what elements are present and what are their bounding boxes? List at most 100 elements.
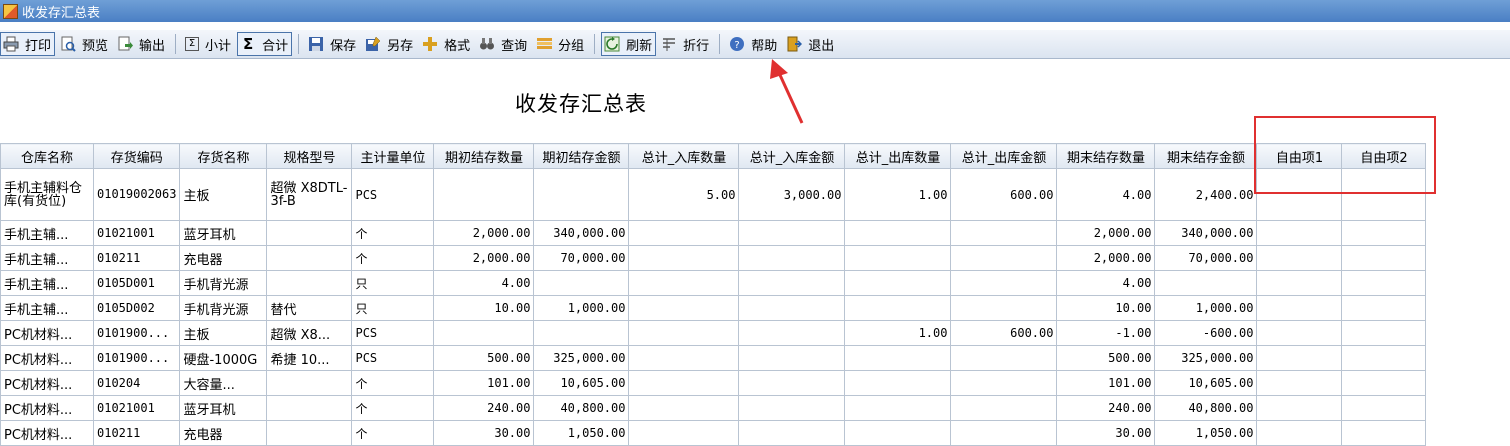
table-cell[interactable] (738, 420, 846, 446)
table-cell[interactable] (1256, 295, 1343, 321)
table-cell[interactable] (1341, 395, 1427, 421)
table-cell[interactable]: 600.00 (950, 168, 1058, 221)
total-button[interactable]: Σ 合计 (237, 32, 293, 56)
table-cell[interactable] (950, 395, 1058, 421)
table-cell[interactable]: 0101900... (92, 320, 181, 346)
table-cell[interactable]: 600.00 (950, 320, 1058, 346)
table-cell[interactable] (738, 395, 846, 421)
table-cell[interactable] (266, 420, 353, 446)
table-row[interactable]: PC机材料... 010211 充电器个 30.00 1,050.00 30.00 1,05… (0, 420, 1427, 446)
table-cell[interactable]: 手机主辅... (0, 220, 94, 246)
table-cell[interactable]: 010204 (92, 370, 181, 396)
column-header[interactable]: 总计_入库数量 (628, 143, 740, 169)
table-cell[interactable] (1256, 270, 1343, 296)
table-cell[interactable]: 主板 (179, 320, 268, 346)
table-cell[interactable] (628, 220, 740, 246)
table-cell[interactable] (738, 270, 846, 296)
table-cell[interactable]: 40,800.00 (533, 395, 630, 421)
table-cell[interactable] (950, 245, 1058, 271)
table-cell[interactable]: 30.00 (1056, 420, 1156, 446)
table-cell[interactable] (1256, 420, 1343, 446)
table-cell[interactable] (844, 270, 952, 296)
table-cell[interactable]: 1,000.00 (533, 295, 630, 321)
table-cell[interactable] (266, 245, 353, 271)
table-row[interactable]: 手机主辅... 0105D002 手机背光源 替代只 10.00 1,000.00 10.0… (0, 295, 1427, 321)
table-cell[interactable]: 340,000.00 (1154, 220, 1258, 246)
table-cell[interactable]: 手机背光源 (179, 295, 268, 321)
table-cell[interactable] (1256, 395, 1343, 421)
table-cell[interactable]: 2,000.00 (1056, 220, 1156, 246)
refresh-button[interactable]: 刷新 (601, 32, 657, 56)
table-cell[interactable]: 240.00 (433, 395, 535, 421)
table-cell[interactable] (738, 345, 846, 371)
table-cell[interactable]: -600.00 (1154, 320, 1258, 346)
column-header[interactable]: 存货名称 (179, 143, 268, 169)
table-row[interactable]: 手机主辅... 010211 充电器个 2,000.00 70,000.00 2,000.… (0, 245, 1427, 271)
table-cell[interactable] (628, 295, 740, 321)
table-cell[interactable] (844, 395, 952, 421)
table-cell[interactable]: 10,605.00 (533, 370, 630, 396)
format-button[interactable]: 格式 (419, 32, 474, 56)
table-cell[interactable]: 手机主辅料仓库(有货位) (0, 168, 94, 221)
table-cell[interactable] (266, 395, 353, 421)
table-cell[interactable] (844, 245, 952, 271)
query-button[interactable]: 查询 (476, 32, 531, 56)
table-cell[interactable] (738, 320, 846, 346)
table-cell[interactable]: 大容量... (179, 370, 268, 396)
print-button[interactable]: 打印 (0, 32, 56, 56)
table-cell[interactable] (533, 270, 630, 296)
table-cell[interactable]: 蓝牙耳机 (179, 220, 268, 246)
table-cell[interactable] (1341, 245, 1427, 271)
table-cell[interactable] (950, 345, 1058, 371)
table-cell[interactable] (844, 345, 952, 371)
table-cell[interactable]: 325,000.00 (1154, 345, 1258, 371)
table-cell[interactable]: 101.00 (433, 370, 535, 396)
column-header[interactable]: 期末结存数量 (1056, 143, 1156, 169)
table-cell[interactable]: 0101900... (92, 345, 181, 371)
table-cell[interactable] (1341, 345, 1427, 371)
column-header[interactable]: 存货编码 (92, 143, 181, 169)
table-cell[interactable] (1341, 420, 1427, 446)
table-cell[interactable]: 10.00 (433, 295, 535, 321)
table-cell[interactable] (1341, 320, 1427, 346)
table-row[interactable]: 手机主辅料仓库(有货位) 01019002063 主板 超微 X8DTL-3f-B PC… (0, 168, 1427, 221)
table-cell[interactable] (628, 370, 740, 396)
table-row[interactable]: PC机材料... 0101900... 主板 超微 X8... PCS 1.00 600.0… (0, 320, 1427, 346)
table-cell[interactable]: 2,000.00 (1056, 245, 1156, 271)
table-row[interactable]: 手机主辅... 0105D001 手机背光源只 4.00 4.00 (0, 270, 1427, 296)
column-header[interactable]: 仓库名称 (0, 143, 94, 169)
table-cell[interactable]: 1.00 (844, 320, 952, 346)
help-button[interactable]: ? 帮助 (726, 32, 781, 56)
table-cell[interactable]: 2,000.00 (433, 245, 535, 271)
table-cell[interactable]: 40,800.00 (1154, 395, 1258, 421)
table-cell[interactable]: 希捷 10... (266, 345, 353, 371)
table-cell[interactable] (738, 245, 846, 271)
table-cell[interactable]: 240.00 (1056, 395, 1156, 421)
table-cell[interactable]: 只 (351, 295, 435, 321)
table-cell[interactable]: 1,050.00 (1154, 420, 1258, 446)
table-cell[interactable]: 4.00 (433, 270, 535, 296)
table-cell[interactable]: PC机材料... (0, 370, 94, 396)
table-cell[interactable]: PC机材料... (0, 420, 94, 446)
table-cell[interactable]: 超微 X8DTL-3f-B (266, 168, 353, 221)
table-cell[interactable] (628, 395, 740, 421)
table-cell[interactable]: 手机背光源 (179, 270, 268, 296)
table-cell[interactable]: PC机材料... (0, 395, 94, 421)
table-cell[interactable]: 70,000.00 (533, 245, 630, 271)
save-as-button[interactable]: 另存 (362, 32, 417, 56)
table-cell[interactable] (844, 295, 952, 321)
table-row[interactable]: PC机材料... 0101900... 硬盘-1000G 希捷 10... PCS 500… (0, 345, 1427, 371)
column-header[interactable]: 总计_出库金额 (950, 143, 1058, 169)
table-cell[interactable]: 个 (351, 395, 435, 421)
table-cell[interactable]: 010211 (92, 245, 181, 271)
table-cell[interactable]: 3,000.00 (738, 168, 846, 221)
column-header[interactable]: 自由项1 (1256, 143, 1343, 169)
table-cell[interactable] (533, 320, 630, 346)
group-button[interactable]: 分组 (533, 32, 588, 56)
table-cell[interactable] (628, 320, 740, 346)
table-cell[interactable] (533, 168, 630, 221)
table-cell[interactable] (628, 270, 740, 296)
table-cell[interactable] (1341, 168, 1427, 221)
column-header[interactable]: 主计量单位 (351, 143, 435, 169)
table-cell[interactable]: 手机主辅... (0, 245, 94, 271)
